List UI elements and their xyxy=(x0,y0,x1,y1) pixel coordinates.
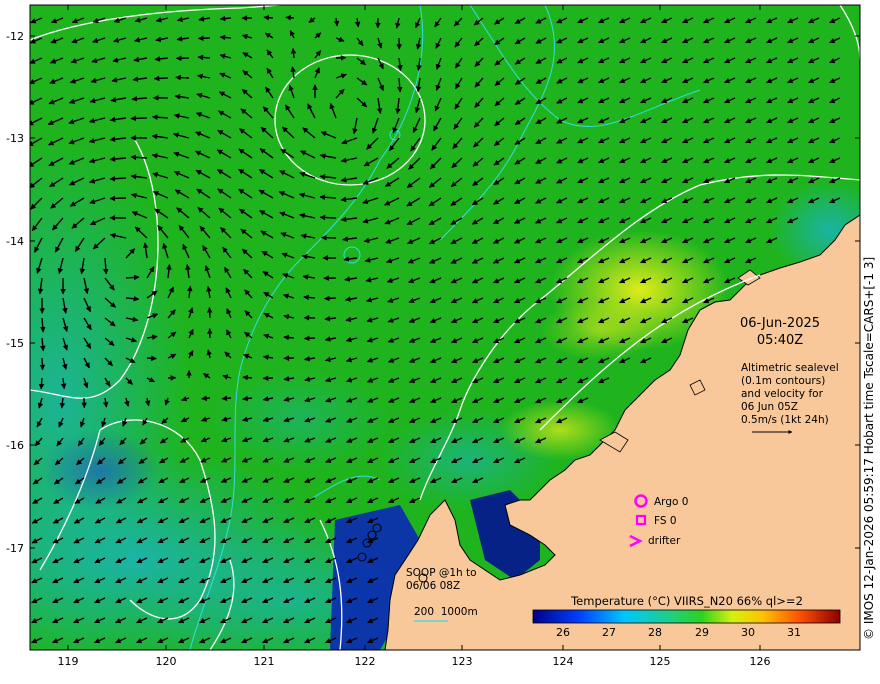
lat-tick-label: -15 xyxy=(6,337,24,350)
altimetry-line: 06 Jun 05Z xyxy=(741,401,798,413)
velocity-arrow xyxy=(243,377,252,378)
colorbar-tick: 28 xyxy=(648,626,662,639)
legend-drifter: drifter xyxy=(648,535,681,547)
lon-tick-label: 123 xyxy=(452,655,473,668)
velocity-arrow xyxy=(222,398,231,399)
altimetry-line: (0.1m contours) xyxy=(741,375,825,387)
lon-tick-label: 122 xyxy=(355,655,376,668)
velocity-arrow xyxy=(131,157,147,158)
lon-tick-label: 119 xyxy=(58,655,79,668)
velocity-arrow xyxy=(209,308,210,318)
velocity-arrow xyxy=(325,298,337,299)
velocity-arrow xyxy=(286,17,294,18)
legend-fs: FS 0 xyxy=(654,515,677,527)
velocity-arrow xyxy=(110,198,126,199)
velocity-arrow xyxy=(220,37,231,38)
colorbar-title: Temperature (°C) VIIRS_N20 66% ql>=2 xyxy=(570,594,803,608)
altimetry-line: Altimetric sealevel xyxy=(741,362,839,374)
lon-tick-label: 124 xyxy=(553,655,574,668)
lat-tick-label: -17 xyxy=(6,542,24,555)
altimetry-line: and velocity for xyxy=(741,388,824,400)
lat-tick-label: -16 xyxy=(6,439,24,452)
lon-tick-label: 125 xyxy=(650,655,671,668)
velocity-arrow xyxy=(147,358,156,359)
lat-tick-label: -13 xyxy=(6,132,24,145)
lat-tick-label: -12 xyxy=(6,30,24,43)
velocity-arrow xyxy=(42,358,43,370)
velocity-arrow xyxy=(220,18,231,19)
colorbar-tick: 30 xyxy=(741,626,755,639)
velocity-arrow xyxy=(131,118,147,119)
velocity-arrow xyxy=(198,57,210,58)
velocity-arrow xyxy=(41,378,42,389)
velocity-arrow xyxy=(126,277,139,278)
colorbar-tick: 29 xyxy=(695,626,709,639)
soop-label: 06/06 08Z xyxy=(406,580,460,592)
soop-label: SOOP @1h to xyxy=(406,567,477,579)
velocity-arrow xyxy=(284,337,294,338)
lat-tick-label: -14 xyxy=(6,235,24,248)
isobath-label: 200 1000m xyxy=(414,606,478,618)
colorbar-tick: 26 xyxy=(556,626,570,639)
velocity-arrow xyxy=(154,78,168,79)
velocity-arrow xyxy=(293,49,294,59)
lon-tick-label: 120 xyxy=(156,655,177,668)
lon-tick-label: 121 xyxy=(254,655,275,668)
velocity-arrow xyxy=(320,217,336,218)
legend-argo: Argo 0 xyxy=(654,496,688,508)
colorbar xyxy=(533,610,840,623)
credit-text: © IMOS 12-Jan-2026 05:59:17 Hobart time … xyxy=(862,0,876,640)
velocity-arrow xyxy=(202,398,210,399)
colorbar-tick: 27 xyxy=(602,626,616,639)
velocity-arrow xyxy=(264,17,273,18)
sst-map: 119 120 121 122 123 124 125 126 -12 -13 … xyxy=(0,0,880,680)
lon-tick-label: 126 xyxy=(750,655,771,668)
altimetry-line: 0.5m/s (1kt 24h) xyxy=(741,414,829,426)
map-time: 05:40Z xyxy=(757,333,803,348)
colorbar-tick: 31 xyxy=(787,626,801,639)
map-date: 06-Jun-2025 xyxy=(740,316,820,331)
velocity-arrow xyxy=(176,77,189,78)
velocity-arrow xyxy=(305,338,316,339)
